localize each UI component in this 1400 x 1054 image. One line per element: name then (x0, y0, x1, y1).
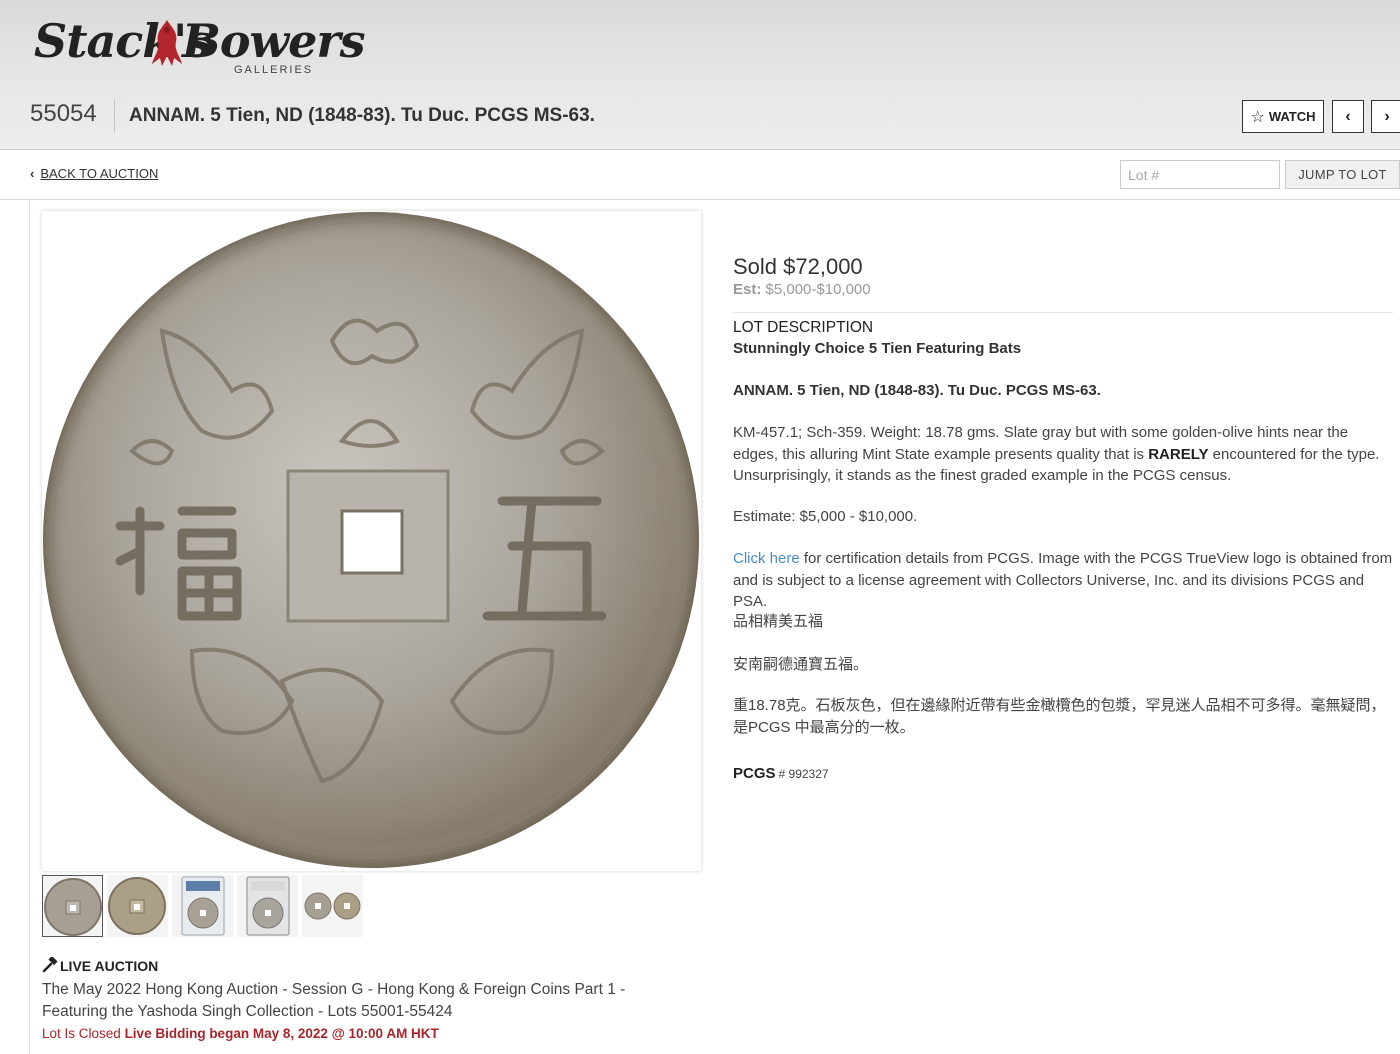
coin-obverse-image (43, 212, 699, 868)
previous-lot-button[interactable]: ‹ (1332, 100, 1364, 133)
jump-to-lot-button[interactable]: JUMP TO LOT (1285, 160, 1400, 189)
thumbnail-1[interactable] (42, 875, 103, 937)
chinese-headline: 品相精美五福 (733, 613, 824, 630)
coin-pair-thumbnail (304, 892, 361, 920)
pcgs-holder-back-thumbnail (246, 876, 290, 936)
certification-note-text: for certification details from PCGS. Ima… (733, 550, 1393, 610)
content-left-rule (29, 200, 30, 1054)
stacks-bowers-logo[interactable]: Stack's Bowers GALLERIES (30, 12, 366, 80)
pcgs-label: PCGS (733, 765, 776, 782)
estimate-value: $5,000-$10,000 (765, 281, 871, 298)
title-divider (114, 99, 115, 133)
thumbnail-4[interactable] (237, 875, 298, 937)
lot-number: 55054 (30, 100, 97, 127)
description-body: KM-457.1; Sch-359. Weight: 18.78 gms. Sl… (733, 422, 1393, 487)
site-header: Stack's Bowers GALLERIES 55054 ANNAM. 5 … (0, 0, 1400, 150)
watch-button[interactable]: ☆ WATCH (1242, 100, 1324, 133)
phoenix-logo-icon (152, 20, 182, 66)
chinese-description: 重18.78克。石板灰色，但在邊緣附近帶有些金橄欖色的包漿，罕見迷人品相不可多得… (733, 697, 1386, 736)
back-to-auction-link[interactable]: ‹ BACK TO AUCTION (30, 166, 158, 181)
watch-label: WATCH (1268, 109, 1316, 124)
chevron-right-icon: › (1384, 107, 1390, 125)
thumbnail-2[interactable] (107, 875, 168, 937)
star-icon: ☆ (1250, 108, 1265, 126)
lot-number-input[interactable] (1120, 160, 1280, 189)
thumbnail-3[interactable] (172, 875, 233, 937)
thumbnail-5[interactable] (302, 875, 363, 937)
coin-obverse-thumbnail (44, 878, 102, 936)
description-headline: Stunningly Choice 5 Tien Featuring Bats (733, 340, 1022, 357)
sold-price: Sold $72,000 (733, 254, 863, 279)
logo-wordmark-right: Bowers (182, 14, 366, 68)
estimate-label: Est: (733, 281, 762, 298)
main-coin-image[interactable] (42, 211, 701, 871)
live-auction-label: LIVE AUCTION (42, 957, 158, 974)
auction-session-name[interactable]: The May 2022 Hong Kong Auction - Session… (42, 979, 662, 1023)
gavel-icon (42, 957, 58, 973)
page-title: ANNAM. 5 Tien, ND (1848-83). Tu Duc. PCG… (129, 105, 595, 126)
pcgs-number: # 992327 (778, 767, 829, 781)
live-bidding-date: Live Bidding began May 8, 2022 @ 10:00 A… (124, 1026, 439, 1041)
lot-status: Lot Is Closed Live Bidding began May 8, … (42, 1026, 439, 1041)
lot-description-heading: LOT DESCRIPTION (733, 319, 874, 336)
section-divider (733, 312, 1393, 313)
lot-closed-text: Lot Is Closed (42, 1026, 121, 1041)
description-emphasis: RARELY (1148, 445, 1209, 463)
chevron-left-icon: ‹ (30, 166, 35, 181)
estimate-range: Est: $5,000-$10,000 (733, 281, 871, 298)
next-lot-button[interactable]: › (1371, 100, 1400, 133)
estimate-text: Estimate: $5,000 - $10,000. (733, 508, 918, 525)
lot-navigation-bar: ‹ BACK TO AUCTION JUMP TO LOT (0, 150, 1400, 200)
pcgs-holder-front-thumbnail (181, 876, 225, 936)
chevron-left-icon: ‹ (1345, 107, 1351, 125)
pcgs-cert-number: PCGS # 992327 (733, 765, 829, 782)
certification-note: Click here for certification details fro… (733, 548, 1393, 613)
pcgs-certification-link[interactable]: Click here (733, 550, 800, 567)
chinese-title: 安南嗣德通寶五福。 (733, 656, 869, 673)
live-auction-text: LIVE AUCTION (60, 958, 159, 974)
coin-reverse-thumbnail (108, 877, 166, 935)
description-title: ANNAM. 5 Tien, ND (1848-83). Tu Duc. PCG… (733, 382, 1101, 399)
logo-subtitle: GALLERIES (234, 64, 314, 76)
back-to-auction-label: BACK TO AUCTION (40, 166, 159, 181)
